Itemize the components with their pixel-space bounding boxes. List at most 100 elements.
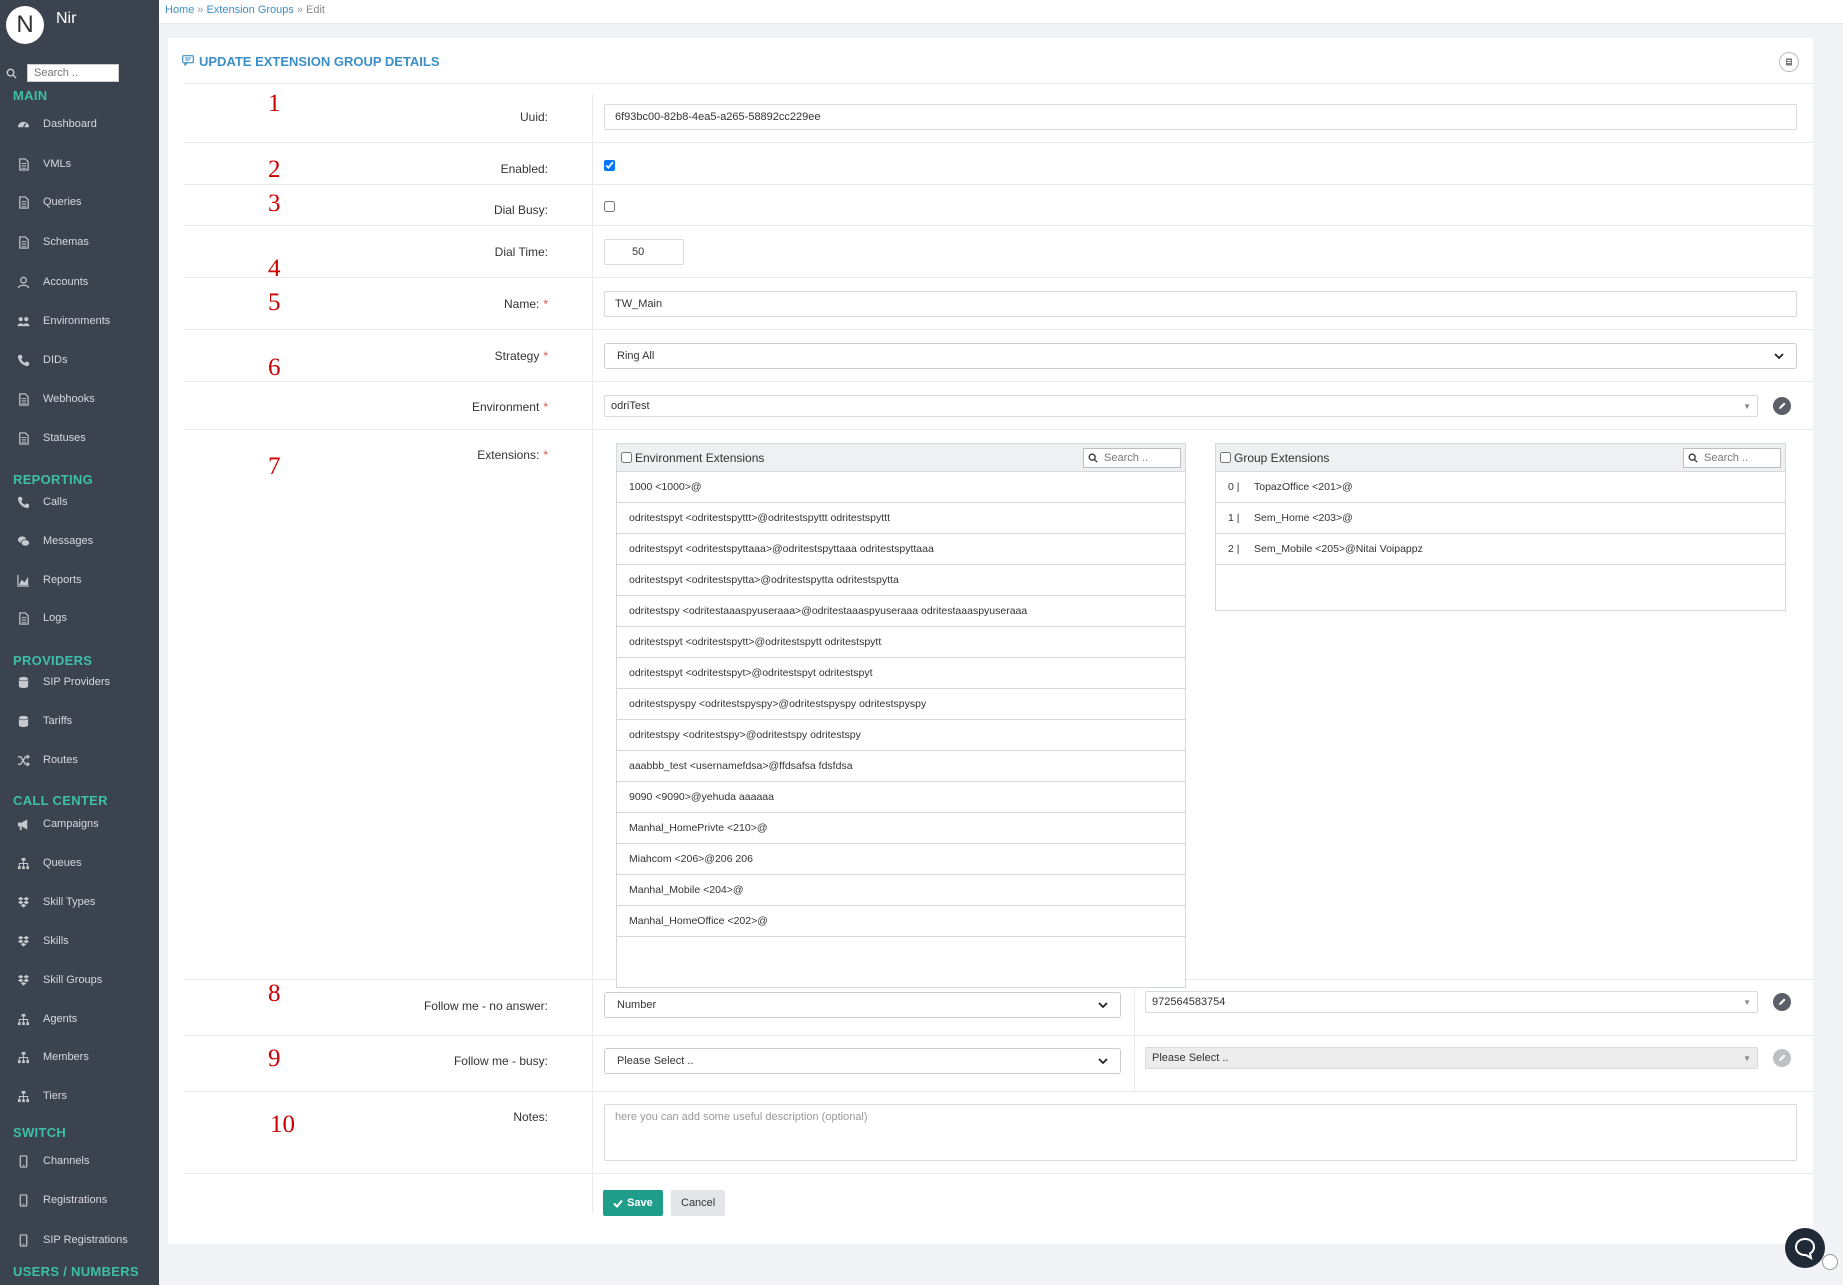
sidebar-item-schemas[interactable]: Schemas	[16, 235, 89, 249]
group-extension-item[interactable]: 0 | TopazOffice <201>@	[1216, 472, 1785, 503]
sidebar-item-routes[interactable]: Routes	[16, 753, 78, 767]
environment-extension-item[interactable]: odritestspyt <odritestspyt>@odritestspyt…	[617, 658, 1185, 689]
chat-widget-button[interactable]	[1785, 1228, 1825, 1268]
sidebar-item-webhooks[interactable]: Webhooks	[16, 392, 95, 406]
environment-extension-item[interactable]: Miahcom <206>@206 206	[617, 844, 1185, 875]
sidebar-item-vmls[interactable]: VMLs	[16, 157, 71, 171]
sidebar-item-campaigns[interactable]: Campaigns	[16, 817, 99, 831]
sidebar-item-agents[interactable]: Agents	[16, 1012, 77, 1026]
group-extension-item[interactable]: 2 | Sem_Mobile <205>@Nitai Voipappz	[1216, 534, 1785, 565]
row-divider	[184, 277, 1813, 278]
cancel-button[interactable]: Cancel	[671, 1190, 726, 1216]
sidebar-item-sip-providers[interactable]: SIP Providers	[16, 675, 110, 689]
edit-follow-no-answer-button[interactable]	[1773, 993, 1791, 1011]
sidebar-item-label: DIDs	[43, 354, 68, 366]
enabled-checkbox[interactable]	[604, 160, 615, 171]
edit-environment-button[interactable]	[1773, 397, 1791, 415]
environment-extension-item[interactable]: 1000 <1000>@	[617, 472, 1185, 503]
sidebar-item-statuses[interactable]: Statuses	[16, 431, 86, 445]
sidebar-item-messages[interactable]: Messages	[16, 534, 93, 548]
environment-extension-item[interactable]: Manhal_HomePrivte <210>@	[617, 813, 1185, 844]
sidebar-item-queues[interactable]: Queues	[16, 856, 82, 870]
sidebar-item-tariffs[interactable]: Tariffs	[16, 714, 72, 728]
save-button[interactable]: Save	[603, 1190, 663, 1216]
shuffle-icon	[16, 753, 30, 767]
required-asterisk: *	[543, 400, 548, 414]
breadcrumb-separator: »	[197, 4, 204, 16]
user-name[interactable]: Nir	[56, 10, 76, 28]
sidebar-section-reporting: REPORTING	[13, 472, 93, 487]
sidebar-item-queries[interactable]: Queries	[16, 195, 82, 209]
breadcrumb-home[interactable]: Home	[165, 4, 194, 16]
environment-extension-item[interactable]: Manhal_Mobile <204>@	[617, 875, 1185, 906]
select-all-environment-checkbox[interactable]	[621, 452, 632, 463]
help-indicator[interactable]	[1822, 1254, 1838, 1270]
environment-extension-item[interactable]: odritestspyspy <odritestspyspy>@odritest…	[617, 689, 1185, 720]
sidebar-item-members[interactable]: Members	[16, 1050, 89, 1064]
sidebar-search-input[interactable]	[27, 64, 119, 82]
sidebar-item-logs[interactable]: Logs	[16, 611, 67, 625]
sidebar-item-calls[interactable]: Calls	[16, 495, 67, 509]
sidebar-item-dids[interactable]: DIDs	[16, 353, 67, 367]
uuid-input[interactable]: 6f93bc00-82b8-4ea5-a265-58892cc229ee	[604, 104, 1797, 130]
follow-busy-target-value: Please Select ..	[1152, 1052, 1229, 1064]
sidebar-section-switch: SWITCH	[13, 1125, 67, 1140]
notes-textarea[interactable]: here you can add some useful description…	[604, 1104, 1797, 1161]
edit-follow-busy-button[interactable]	[1773, 1049, 1791, 1067]
sidebar-item-skills[interactable]: Skills	[16, 934, 69, 948]
follow-no-answer-type-select[interactable]: Number	[604, 992, 1121, 1018]
row-divider	[184, 429, 1813, 430]
sidebar-item-dashboard[interactable]: Dashboard	[16, 117, 97, 131]
sidebar-item-skill-types[interactable]: Skill Types	[16, 895, 95, 909]
follow-no-answer-target-select[interactable]: 972564583754 ▼	[1145, 991, 1758, 1013]
collapse-button[interactable]	[1779, 52, 1799, 72]
environment-extension-item[interactable]: odritestspy <odritestaaaspyuseraaa>@odri…	[617, 596, 1185, 627]
sidebar-item-reports[interactable]: Reports	[16, 573, 82, 587]
user-profile[interactable]: N Nir	[6, 6, 76, 44]
required-asterisk: *	[543, 297, 548, 311]
sidebar-item-environments[interactable]: Environments	[16, 314, 110, 328]
strategy-select[interactable]: Ring All	[604, 343, 1797, 369]
follow-no-answer-label: Follow me - no answer:	[423, 999, 548, 1013]
group-extension-label: Sem_Mobile <205>@Nitai Voipappz	[1254, 543, 1423, 555]
sidebar-item-channels[interactable]: Channels	[16, 1154, 89, 1168]
follow-no-answer-target-value: 972564583754	[1152, 996, 1226, 1008]
row-divider	[184, 1173, 1813, 1174]
sidebar-item-label: SIP Registrations	[43, 1234, 128, 1246]
breadcrumb-extension-groups[interactable]: Extension Groups	[206, 4, 293, 16]
environment-extension-item[interactable]: odritestspyt <odritestspytta>@odritestsp…	[617, 565, 1185, 596]
row-divider	[184, 184, 1813, 185]
environment-extension-item[interactable]: odritestspyt <odritestspytt>@odritestspy…	[617, 627, 1185, 658]
sidebar-item-accounts[interactable]: Accounts	[16, 275, 88, 289]
environment-extension-item[interactable]: 9090 <9090>@yehuda aaaaaa	[617, 782, 1185, 813]
group-extensions-box: Group Extensions Search .. 0 | TopazOffic…	[1215, 443, 1786, 611]
group-extension-item[interactable]: 1 | Sem_Home <203>@	[1216, 503, 1785, 534]
sidebar-item-label: Skill Groups	[43, 974, 103, 986]
avatar[interactable]: N	[6, 6, 44, 44]
environment-extension-item[interactable]: aaabbb_test <usernamefdsa>@ffdsafsa fdsf…	[617, 751, 1185, 782]
environment-select[interactable]: odriTest ▼	[604, 395, 1758, 417]
environment-extension-item[interactable]: Manhal_HomeOffice <202>@	[617, 906, 1185, 937]
group-extension-label: TopazOffice <201>@	[1254, 481, 1353, 493]
group-extensions-title: Group Extensions	[1234, 450, 1330, 465]
name-input[interactable]: TW_Main	[604, 291, 1797, 317]
dial-busy-checkbox[interactable]	[604, 201, 615, 212]
database-icon	[16, 675, 30, 689]
sidebar-item-label: Channels	[43, 1155, 90, 1167]
environment-extensions-search[interactable]: Search ..	[1083, 447, 1181, 468]
environment-extension-item[interactable]: odritestspyt <odritestspyttt>@odritestsp…	[617, 503, 1185, 534]
sidebar-item-tiers[interactable]: Tiers	[16, 1089, 67, 1103]
sidebar-item-sip-registrations[interactable]: SIP Registrations	[16, 1233, 128, 1247]
select-all-group-checkbox[interactable]	[1220, 452, 1231, 463]
group-extensions-search[interactable]: Search ..	[1683, 447, 1781, 468]
environment-extension-item[interactable]: odritestspyt <odritestspyttaaa>@odritest…	[617, 534, 1185, 565]
dial-time-input[interactable]: 50	[604, 239, 684, 265]
sidebar-item-label: VMLs	[43, 158, 72, 170]
environment-extension-item[interactable]: odritestspy <odritestspy>@odritestspy od…	[617, 720, 1185, 751]
column-divider	[592, 94, 593, 1213]
follow-busy-target-select[interactable]: Please Select .. ▼	[1145, 1047, 1758, 1069]
follow-busy-type-select[interactable]: Please Select ..	[604, 1048, 1121, 1074]
chat-bubble-icon	[1794, 1237, 1816, 1260]
sidebar-item-skill-groups[interactable]: Skill Groups	[16, 973, 102, 987]
sidebar-item-registrations[interactable]: Registrations	[16, 1193, 107, 1207]
